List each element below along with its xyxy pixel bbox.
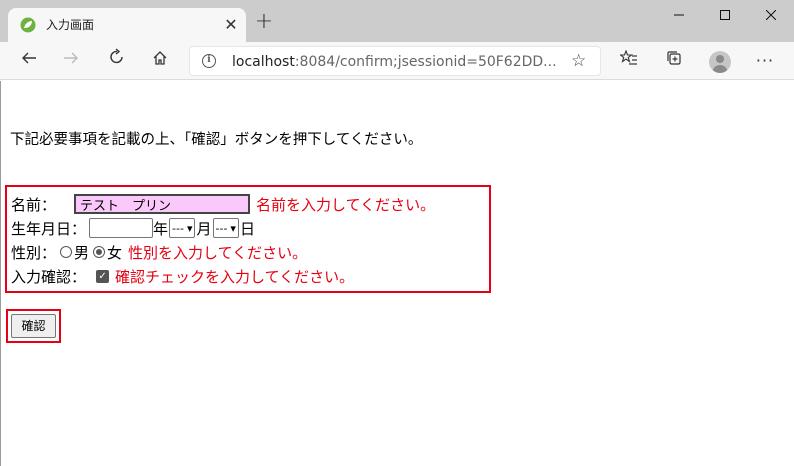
url-text[interactable]: localhost:8084/confirm;jsessionid=50F62D… [232, 53, 562, 71]
gender-female-radio[interactable] [93, 246, 106, 258]
forward-button[interactable] [56, 46, 86, 76]
tab-bar: 入力画面 ✕ + [0, 0, 794, 42]
year-suffix: 年 [153, 219, 169, 238]
month-value: --- [172, 221, 184, 235]
confirm-error: 確認チェックを入力してください。 [115, 267, 355, 286]
confirm-button[interactable]: 確認 [11, 314, 56, 338]
confirm-label: 入力確認： [11, 267, 87, 286]
birthdate-label: 生年月日： [11, 219, 87, 238]
maximize-button[interactable] [702, 0, 748, 32]
tab-close-icon[interactable]: ✕ [222, 16, 240, 34]
collections-button[interactable] [659, 46, 689, 76]
month-select[interactable]: --- ▾ [169, 218, 196, 238]
address-bar[interactable]: i localhost:8084/confirm;jsessionid=50F6… [189, 46, 601, 76]
favorites-list-icon [618, 49, 637, 65]
arrow-right-icon [64, 52, 78, 64]
name-label: 名前： [11, 195, 57, 214]
chevron-down-icon: ▾ [186, 221, 193, 235]
url-path: :8084/confirm;jsessionid=50F62DD... [294, 54, 557, 70]
window-close-icon [765, 9, 777, 21]
gender-male-label: 男 [74, 243, 90, 262]
arrow-left-icon [22, 52, 36, 64]
tab-title: 入力画面 [46, 18, 95, 32]
month-suffix: 月 [196, 219, 212, 238]
gender-label: 性別： [11, 243, 57, 262]
chevron-down-icon: ▾ [230, 221, 236, 235]
avatar [709, 51, 731, 73]
submit-highlight: 確認 [6, 309, 61, 343]
new-tab-button[interactable]: + [254, 11, 274, 33]
confirm-row: 入力確認： ✓ 確認チェックを入力してください。 [11, 265, 354, 287]
confirm-checkbox[interactable]: ✓ [96, 269, 110, 283]
gender-row: 性別： 男 女 性別を入力してください。 [11, 241, 307, 263]
navigation-bar: i localhost:8084/confirm;jsessionid=50F6… [0, 42, 794, 80]
home-button[interactable] [145, 46, 175, 76]
name-row: 名前： 名前を入力してください。 [11, 193, 435, 215]
name-input[interactable] [74, 194, 251, 214]
input-form: 名前： 名前を入力してください。 生年月日： 年 ---▾ 月 ---▾ 日 性… [5, 185, 491, 293]
name-error: 名前を入力してください。 [256, 195, 436, 214]
favorite-star-icon[interactable]: ☆ [571, 51, 586, 71]
window-close-button[interactable] [748, 0, 794, 32]
gender-female-label: 女 [107, 243, 123, 262]
more-menu-icon[interactable]: ··· [750, 46, 780, 76]
birthdate-row: 生年月日： 年 --- ▾ 月 --- ▾ 日 [11, 217, 255, 239]
day-value: --- [215, 221, 228, 235]
year-input[interactable] [89, 218, 154, 238]
minimize-button[interactable] [656, 0, 702, 32]
back-button[interactable] [14, 46, 44, 76]
favorites-button[interactable] [614, 46, 644, 76]
collections-icon [667, 51, 681, 65]
reload-icon [110, 48, 123, 64]
reload-button[interactable] [102, 46, 132, 76]
browser-tab[interactable]: 入力画面 ✕ [8, 8, 246, 42]
day-suffix: 日 [239, 219, 255, 238]
day-select[interactable]: --- ▾ [212, 218, 239, 238]
profile-button[interactable] [704, 46, 734, 76]
info-icon[interactable]: i [202, 54, 216, 68]
url-host: localhost [232, 54, 295, 70]
minimize-icon [674, 14, 684, 16]
leaf-favicon-icon [20, 17, 36, 33]
page-content: 下記必要事項を記載の上、「確認」ボタンを押下してください。 名前： 名前を入力し… [0, 81, 794, 466]
gender-error: 性別を入力してください。 [128, 243, 308, 262]
instruction-text: 下記必要事項を記載の上、「確認」ボタンを押下してください。 [10, 132, 423, 148]
gender-male-radio[interactable] [60, 246, 73, 258]
check-icon: ✓ [98, 270, 107, 282]
maximize-icon [720, 10, 730, 20]
home-icon [153, 51, 167, 65]
